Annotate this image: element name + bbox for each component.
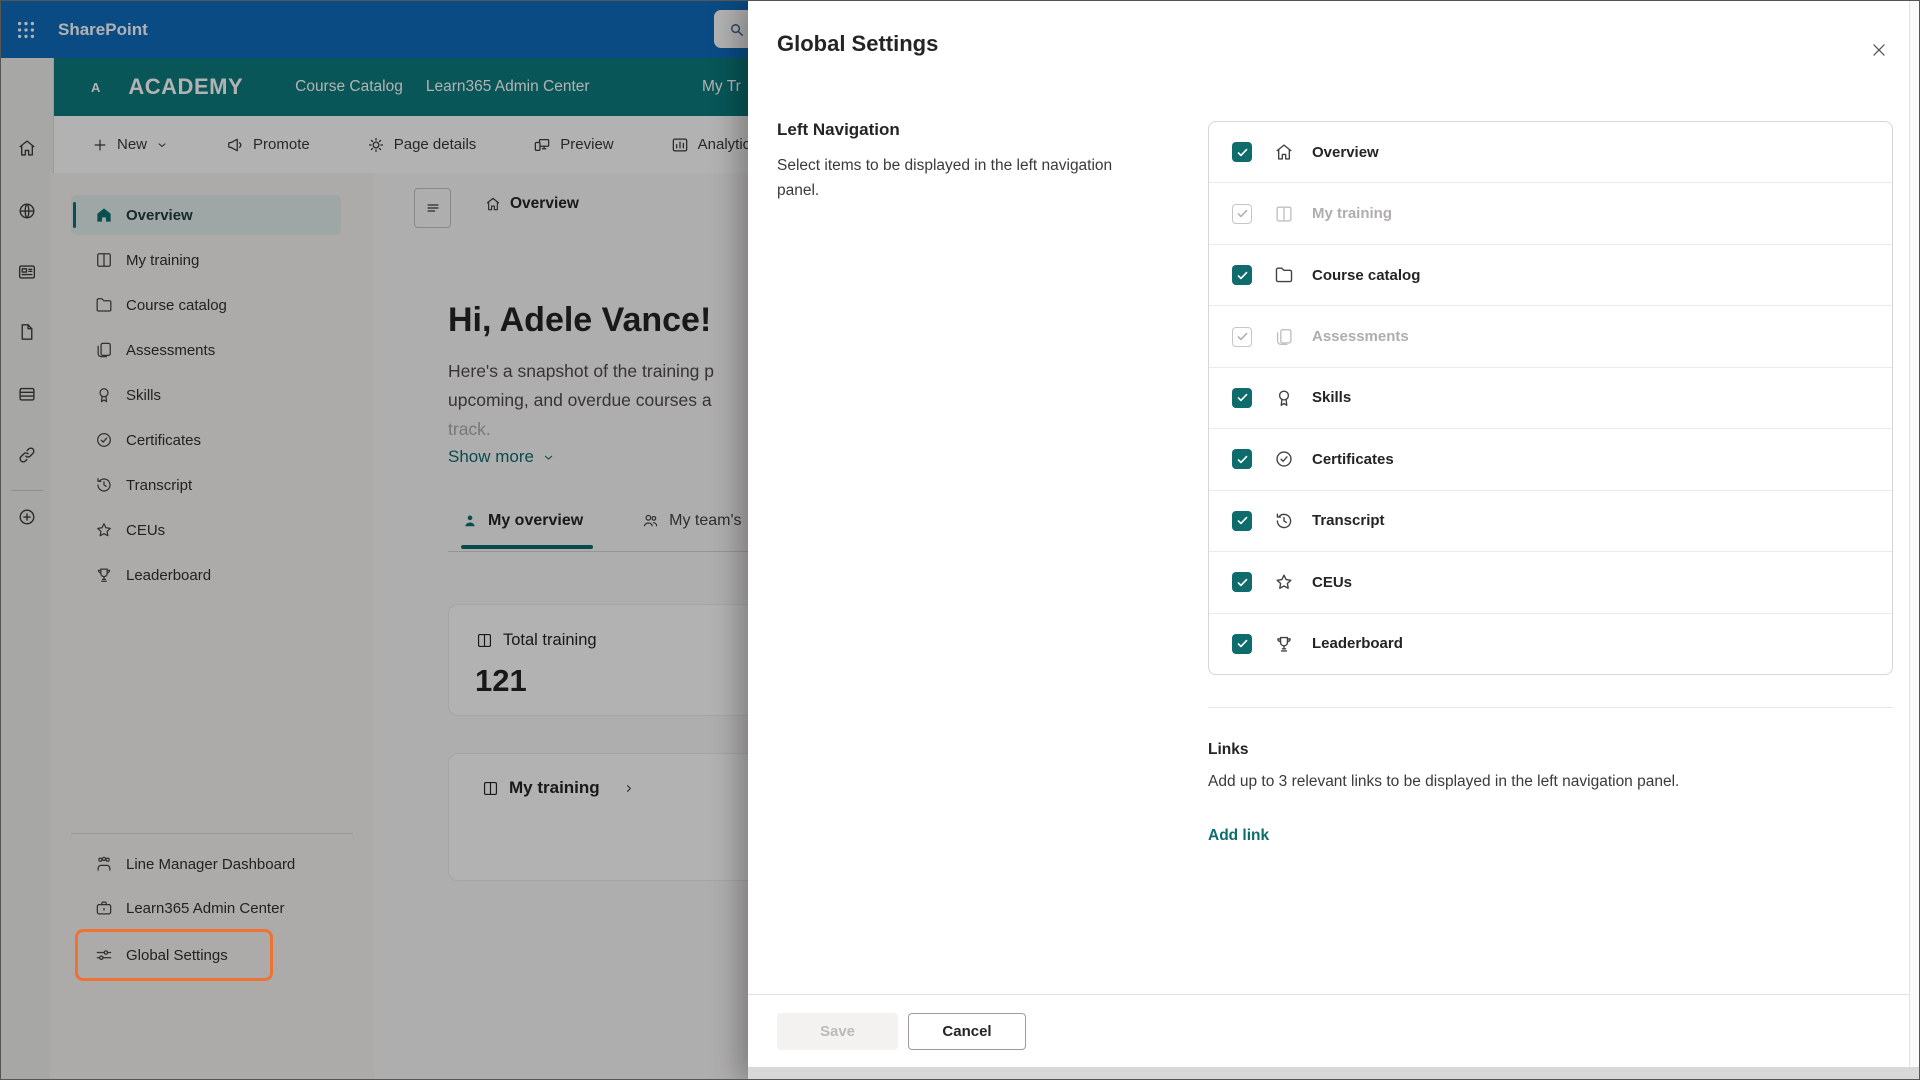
close-icon [1868,39,1890,61]
checklist-row-ceus: CEUs [1209,552,1892,614]
links-description: Add up to 3 relevant links to be display… [1208,773,1680,790]
checkbox-skills[interactable] [1232,387,1252,408]
screen: SharePoint A ACADEMY Course Catalog Lear… [0,0,1920,1080]
ribbon-icon [1273,387,1295,409]
checklist-label: Transcript [1312,512,1385,530]
footer-divider [748,994,1919,995]
checklist-row-transcript: Transcript [1209,491,1892,553]
cancel-button[interactable]: Cancel [908,1013,1026,1050]
trophy-icon [1273,633,1295,655]
checklist-label: Course catalog [1312,266,1421,284]
checkbox-ceus[interactable] [1232,572,1252,593]
panel-title: Global Settings [777,31,939,56]
checklist-row-course-catalog: Course catalog [1209,245,1892,307]
global-settings-panel: Global Settings Left Navigation Select i… [748,1,1919,1079]
folder-icon [1273,264,1295,286]
checklist-label: Skills [1312,389,1352,407]
checkbox-my-training [1232,203,1252,224]
checklist-label: Leaderboard [1312,635,1403,653]
checkbox-leaderboard[interactable] [1232,633,1252,654]
close-button[interactable] [1866,37,1892,63]
left-navigation-description: Select items to be displayed in the left… [777,157,1113,199]
checkbox-course-catalog[interactable] [1232,265,1252,286]
links-heading: Links [1208,741,1249,758]
checklist-label: My training [1312,205,1393,223]
checklist-row-my-training: My training [1209,183,1892,245]
nav-items-checklist: Overview My training Course catalog Asse… [1208,121,1893,675]
book-icon [1273,203,1295,225]
add-link-button[interactable]: Add link [1208,827,1269,845]
checklist-label: Assessments [1312,328,1409,346]
history-icon [1273,510,1295,532]
checkbox-overview[interactable] [1232,142,1252,163]
checklist-row-certificates: Certificates [1209,429,1892,491]
panel-horizontal-scrollbar[interactable] [748,1067,1919,1079]
checklist-label: CEUs [1312,573,1353,591]
global-settings-highlight-annotation [75,929,273,981]
links-section-divider [1208,707,1893,708]
checkbox-transcript[interactable] [1232,510,1252,531]
star-icon [1273,571,1295,593]
copy-icon [1273,326,1295,348]
checklist-label: Certificates [1312,450,1394,468]
home-icon [1273,141,1295,163]
checkbox-assessments [1232,326,1252,347]
certificate-icon [1273,448,1295,470]
panel-vertical-scrollbar[interactable] [1909,1,1919,1067]
checkbox-certificates[interactable] [1232,449,1252,470]
checklist-label: Overview [1312,143,1379,161]
left-navigation-heading: Left Navigation [777,120,900,139]
checklist-row-assessments: Assessments [1209,306,1892,368]
save-button[interactable]: Save [777,1013,898,1050]
checklist-row-leaderboard: Leaderboard [1209,614,1892,674]
checklist-row-overview: Overview [1209,122,1892,184]
checklist-row-skills: Skills [1209,368,1892,430]
